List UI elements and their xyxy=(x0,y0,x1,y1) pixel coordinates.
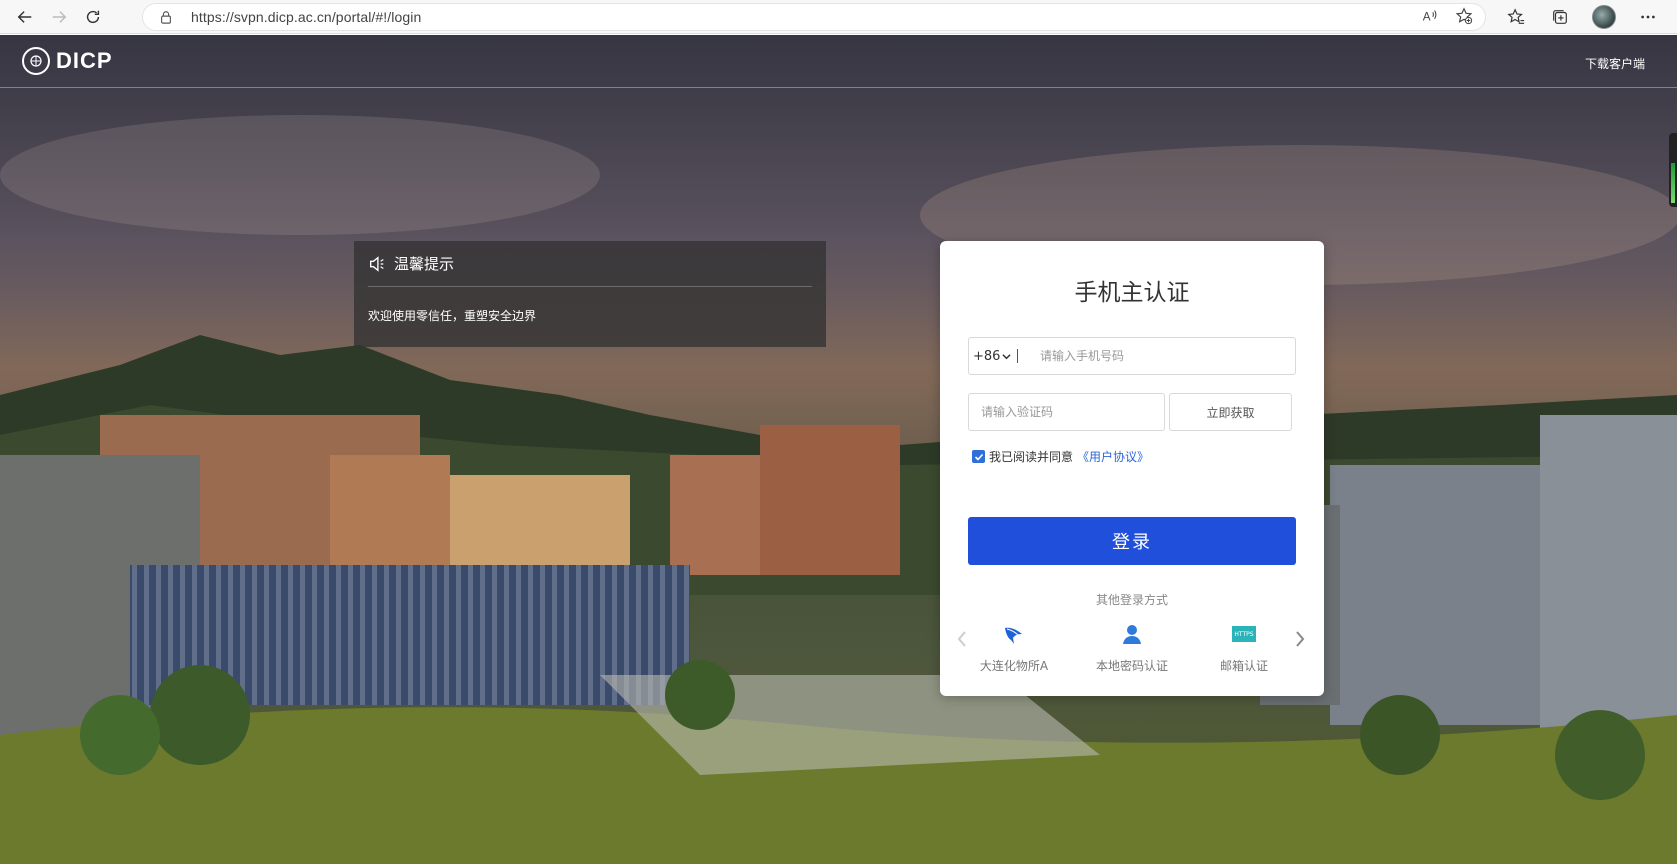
login-card: 手机主认证 +86 立即获取 我已阅读并同意 《用户协议》 登录 其他登录方式 xyxy=(940,241,1324,696)
avatar xyxy=(1592,5,1616,29)
login-page: DICP 下载客户端 温馨提示 欢迎使用零信任，重塑安全边界 手机主认证 +86… xyxy=(0,35,1677,864)
browser-toolbar: https://svpn.dicp.ac.cn/portal/#!/login … xyxy=(0,0,1677,34)
verification-code-input[interactable] xyxy=(968,393,1165,431)
other-login-methods-title: 其他登录方式 xyxy=(1095,593,1168,607)
divider xyxy=(1017,349,1018,363)
refresh-button[interactable] xyxy=(76,0,110,34)
notice-panel: 温馨提示 欢迎使用零信任，重塑安全边界 xyxy=(354,241,826,347)
login-button[interactable]: 登录 xyxy=(968,517,1296,565)
carousel-next-button[interactable] xyxy=(1292,629,1308,649)
feather-logo-icon xyxy=(964,619,1064,649)
forward-button[interactable] xyxy=(42,0,76,34)
favorites-icon xyxy=(1507,8,1525,24)
agree-checkbox[interactable] xyxy=(972,450,985,463)
method-label: 邮箱认证 xyxy=(1219,659,1268,673)
method-email[interactable]: HTTPS 邮箱认证 xyxy=(1194,619,1294,674)
svg-text:A: A xyxy=(1423,11,1431,24)
check-icon xyxy=(974,453,983,461)
login-title: 手机主认证 xyxy=(1074,280,1190,306)
chevron-down-icon xyxy=(1002,353,1012,359)
user-agreement-link[interactable]: 《用户协议》 xyxy=(1077,448,1149,465)
favorites-button[interactable] xyxy=(1499,0,1533,34)
campus-background-image xyxy=(0,115,1677,864)
address-bar[interactable]: https://svpn.dicp.ac.cn/portal/#!/login … xyxy=(142,3,1486,31)
chevron-right-icon xyxy=(1296,631,1305,647)
profile-button[interactable] xyxy=(1587,0,1621,34)
country-code-value: +86 xyxy=(973,348,1001,364)
collections-icon xyxy=(1553,10,1567,24)
more-menu-button[interactable] xyxy=(1631,0,1665,34)
agree-text: 我已阅读并同意 xyxy=(989,450,1074,464)
dicp-emblem-icon xyxy=(22,47,50,75)
back-button[interactable] xyxy=(8,0,42,34)
back-arrow-icon xyxy=(17,10,32,23)
dicp-logo[interactable]: DICP xyxy=(22,47,113,75)
https-icon: HTTPS xyxy=(1194,619,1294,649)
read-aloud-icon[interactable]: A xyxy=(1421,7,1439,25)
notice-body: 欢迎使用零信任，重塑安全边界 xyxy=(368,309,537,323)
logo-text: DICP xyxy=(56,48,113,73)
notice-title: 温馨提示 xyxy=(394,255,455,273)
phone-input[interactable] xyxy=(1040,338,1295,374)
add-favorite-icon[interactable] xyxy=(1455,7,1473,25)
user-icon xyxy=(1082,619,1182,649)
https-badge: HTTPS xyxy=(1232,626,1256,642)
get-code-button[interactable]: 立即获取 xyxy=(1169,393,1292,431)
url-text: https://svpn.dicp.ac.cn/portal/#!/login xyxy=(191,9,422,25)
method-label: 本地密码认证 xyxy=(1095,659,1168,673)
collections-button[interactable] xyxy=(1543,0,1577,34)
forward-arrow-icon xyxy=(52,10,67,23)
edge-scroll-indicator[interactable] xyxy=(1669,133,1677,207)
notice-header: 温馨提示 xyxy=(368,241,812,287)
download-client-link[interactable]: 下载客户端 xyxy=(1585,55,1645,72)
country-code-select[interactable]: +86 xyxy=(969,349,1017,364)
method-label: 大连化物所A xyxy=(979,659,1049,673)
speaker-icon xyxy=(370,255,384,272)
lock-icon xyxy=(161,11,171,24)
method-local-password[interactable]: 本地密码认证 xyxy=(1082,619,1182,674)
more-icon xyxy=(1641,15,1655,19)
site-header: DICP 下载客户端 xyxy=(0,35,1677,88)
login-methods-carousel: 大连化物所A 本地密码认证 HTTPS 邮箱认证 xyxy=(954,619,1310,679)
phone-field: +86 xyxy=(968,337,1296,375)
method-dicp-a[interactable]: 大连化物所A xyxy=(964,619,1064,674)
agreement-row: 我已阅读并同意 《用户协议》 xyxy=(972,448,1149,465)
refresh-icon xyxy=(86,10,100,23)
